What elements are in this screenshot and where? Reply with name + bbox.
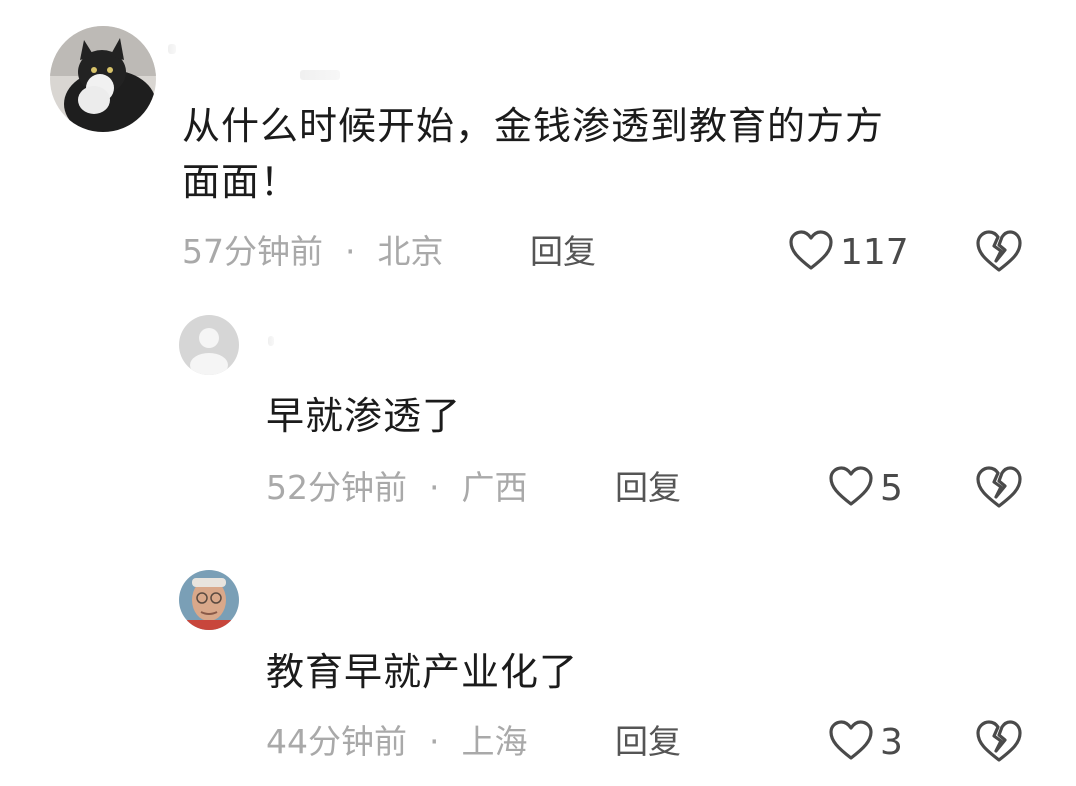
reply-button[interactable]: 回复 — [615, 722, 681, 762]
comment-location: 广西 — [461, 468, 528, 507]
like-button[interactable]: 3 — [828, 718, 903, 766]
comment-text: 早就渗透了 — [266, 394, 462, 438]
comment-meta: 44分钟前 · 上海 — [266, 722, 528, 762]
avatar-cat[interactable] — [50, 26, 156, 132]
comment-text: 从什么时候开始，金钱渗透到教育的方方 面面！ — [182, 104, 885, 204]
broken-heart-icon — [975, 719, 1023, 763]
heart-outline-icon — [828, 719, 874, 765]
separator-dot: · — [429, 722, 440, 761]
comment-location: 北京 — [377, 232, 444, 271]
comment-meta: 57分钟前 · 北京 — [182, 232, 444, 272]
dislike-button[interactable] — [975, 229, 1023, 273]
dislike-button[interactable] — [975, 465, 1023, 509]
separator-dot: · — [429, 468, 440, 507]
like-button[interactable]: 5 — [828, 464, 903, 512]
comment-time: 52分钟前 — [266, 468, 407, 507]
comment-location: 上海 — [461, 722, 528, 761]
reply-button[interactable]: 回复 — [530, 232, 596, 272]
heart-outline-icon — [788, 229, 834, 275]
username-placeholder — [300, 70, 340, 80]
avatar-default[interactable] — [179, 315, 239, 375]
heart-outline-icon — [828, 465, 874, 511]
username-placeholder — [268, 336, 274, 346]
like-count: 5 — [880, 467, 903, 509]
like-button[interactable]: 117 — [788, 228, 909, 276]
broken-heart-icon — [975, 465, 1023, 509]
dislike-button[interactable] — [975, 719, 1023, 763]
separator-dot: · — [345, 232, 356, 271]
like-count: 117 — [840, 231, 909, 273]
avatar-elder[interactable] — [179, 570, 239, 630]
broken-heart-icon — [975, 229, 1023, 273]
comment-text: 教育早就产业化了 — [266, 650, 579, 694]
username-placeholder — [168, 44, 176, 54]
like-count: 3 — [880, 721, 903, 763]
comment-meta: 52分钟前 · 广西 — [266, 468, 528, 508]
comment-time: 57分钟前 — [182, 232, 323, 271]
reply-button[interactable]: 回复 — [615, 468, 681, 508]
comment-time: 44分钟前 — [266, 722, 407, 761]
